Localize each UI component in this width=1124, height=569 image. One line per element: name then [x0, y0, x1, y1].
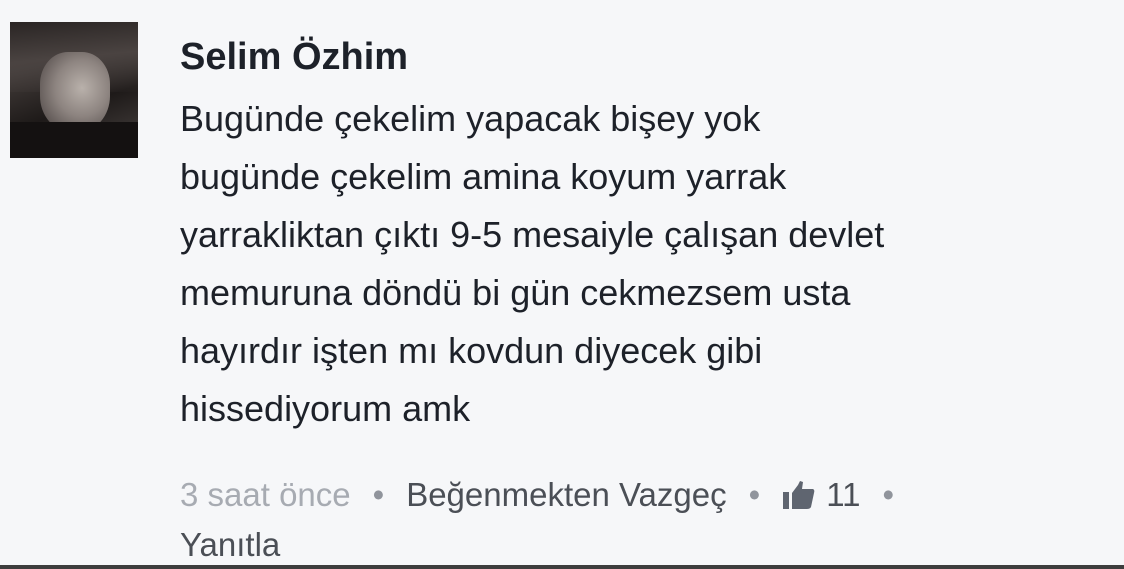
separator-dot: •	[372, 476, 385, 513]
like-count: 11	[826, 476, 861, 513]
comment-actions: 3 saat önce • Beğenmekten Vazgeç • 11 • Yanıt…	[180, 470, 1110, 569]
comment-line: bugünde çekelim amina koyum yarrak	[180, 156, 787, 197]
separator-dot: •	[882, 476, 895, 513]
author-name[interactable]: Selim Özhim	[180, 36, 408, 79]
comment-line: yarrakliktan çıktı 9-5 mesaiyle çalışan …	[180, 214, 885, 255]
avatar-face	[40, 52, 110, 132]
separator-dot: •	[748, 476, 761, 513]
reply-button[interactable]: Yanıtla	[180, 526, 280, 563]
comment-line: hissediyorum amk	[180, 388, 471, 429]
actions-row: 3 saat önce • Beğenmekten Vazgeç • 11 •	[180, 470, 1110, 520]
avatar-shadow	[10, 122, 138, 158]
avatar[interactable]	[10, 22, 138, 158]
comment-line: Bugünde çekelim yapacak bişey yok	[180, 98, 761, 139]
actions-row: Yanıtla	[180, 520, 1110, 569]
timestamp[interactable]: 3 saat önce	[180, 476, 351, 513]
like-count-button[interactable]: 11	[782, 476, 860, 513]
comment: Selim Özhim Bugünde çekelim yapacak bişe…	[0, 0, 1124, 569]
comment-line: hayırdır işten mı kovdun diyecek gibi	[180, 330, 763, 371]
comment-body: Bugünde çekelim yapacak bişey yok bugünd…	[180, 90, 1110, 438]
comment-line: memuruna döndü bi gün cekmezsem usta	[180, 272, 851, 313]
unlike-button[interactable]: Beğenmekten Vazgeç	[406, 476, 726, 513]
bottom-divider	[0, 565, 1124, 569]
thumbs-up-icon	[783, 481, 815, 509]
